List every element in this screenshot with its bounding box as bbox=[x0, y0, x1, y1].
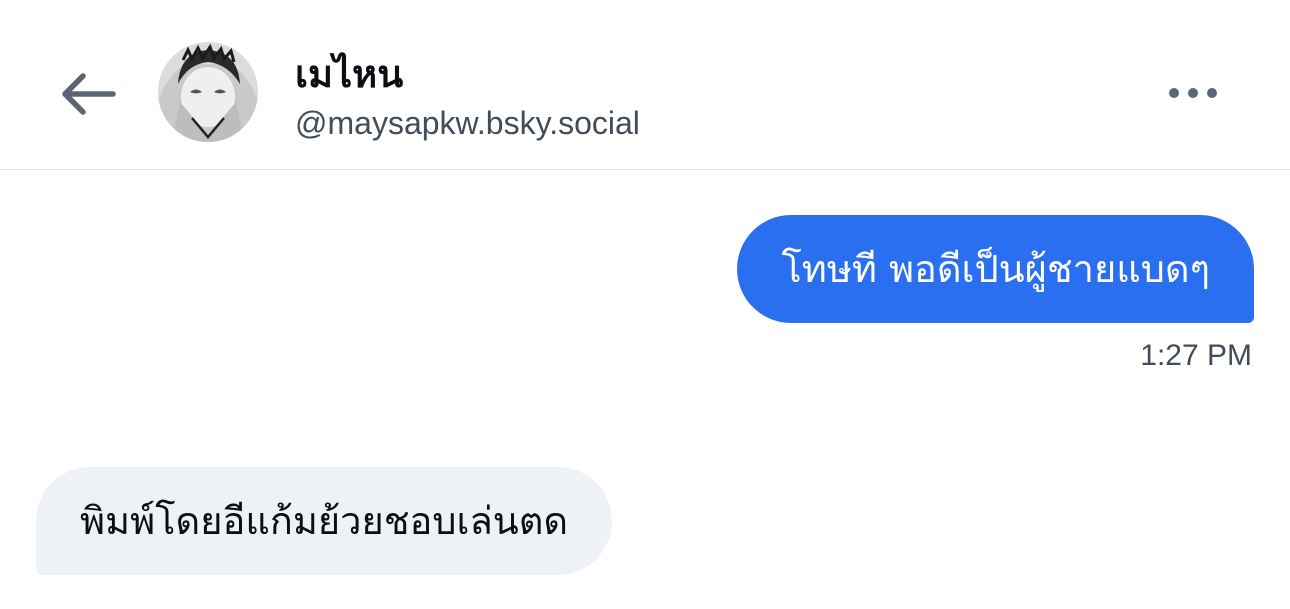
avatar[interactable] bbox=[158, 42, 258, 142]
conversation-header: เมไหน @maysapkw.bsky.social bbox=[0, 0, 1290, 170]
back-button[interactable] bbox=[56, 64, 120, 124]
outgoing-message-bubble[interactable]: โทษที พอดีเป็นผู้ชายแบดๆ bbox=[737, 215, 1254, 323]
conversation-title: เมไหน bbox=[295, 52, 404, 96]
message-timestamp: 1:27 PM bbox=[1140, 339, 1252, 372]
arrow-left-icon bbox=[62, 73, 116, 115]
conversation-handle: @maysapkw.bsky.social bbox=[295, 105, 640, 141]
ellipsis-horizontal-icon bbox=[1169, 88, 1217, 98]
incoming-message-bubble[interactable]: พิมพ์โดยอีแก้มย้วยชอบเล่นตด bbox=[36, 467, 613, 575]
avatar-image bbox=[158, 42, 258, 142]
more-options-button[interactable] bbox=[1160, 70, 1226, 116]
